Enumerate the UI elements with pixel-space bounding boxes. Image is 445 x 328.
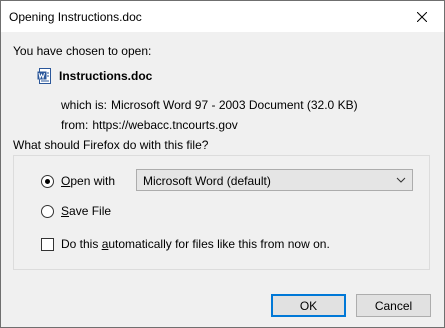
intro-text: You have chosen to open: bbox=[13, 44, 152, 58]
application-select[interactable]: Microsoft Word (default) bbox=[136, 169, 413, 191]
open-with-label[interactable]: Open with bbox=[61, 174, 115, 188]
file-name: Instructions.doc bbox=[59, 69, 153, 83]
dialog-body: You have chosen to open: Instructions.do… bbox=[1, 32, 444, 327]
word-document-icon bbox=[37, 68, 51, 84]
window-title: Opening Instructions.doc bbox=[9, 10, 142, 24]
which-is-label: which is: bbox=[61, 98, 108, 112]
file-source-value: https://webacc.tncourts.gov bbox=[92, 118, 238, 132]
file-row: Instructions.doc bbox=[37, 68, 152, 84]
auto-action-label-pre: Do this bbox=[61, 237, 102, 251]
open-with-radio[interactable] bbox=[41, 175, 54, 188]
file-type-row: which is: Microsoft Word 97 - 2003 Docume… bbox=[61, 98, 358, 112]
open-with-accelerator: O bbox=[61, 174, 71, 188]
file-source-row: from: https://webacc.tncourts.gov bbox=[61, 118, 238, 132]
application-select-value: Microsoft Word (default) bbox=[143, 174, 271, 188]
save-file-label-text: ave File bbox=[69, 204, 112, 218]
action-group-title: What should Firefox do with this file? bbox=[9, 138, 213, 152]
close-button[interactable] bbox=[400, 1, 444, 32]
auto-action-label-post: utomatically for files like this from no… bbox=[108, 237, 330, 251]
auto-action-label[interactable]: Do this automatically for files like thi… bbox=[61, 237, 330, 251]
close-icon bbox=[417, 11, 427, 22]
auto-action-checkbox[interactable] bbox=[41, 238, 54, 251]
open-with-label-text: pen with bbox=[70, 174, 116, 188]
chevron-down-icon bbox=[396, 177, 406, 183]
save-file-accelerator: S bbox=[61, 204, 70, 218]
file-type-value: Microsoft Word 97 - 2003 Document (32.0 … bbox=[111, 98, 358, 112]
cancel-button[interactable]: Cancel bbox=[356, 294, 431, 317]
save-file-radio[interactable] bbox=[41, 205, 54, 218]
title-bar[interactable]: Opening Instructions.doc bbox=[1, 1, 444, 32]
from-label: from: bbox=[61, 118, 89, 132]
save-file-label[interactable]: Save File bbox=[61, 204, 111, 218]
file-open-dialog: Opening Instructions.doc You have chosen… bbox=[0, 0, 445, 328]
ok-button[interactable]: OK bbox=[271, 294, 346, 317]
